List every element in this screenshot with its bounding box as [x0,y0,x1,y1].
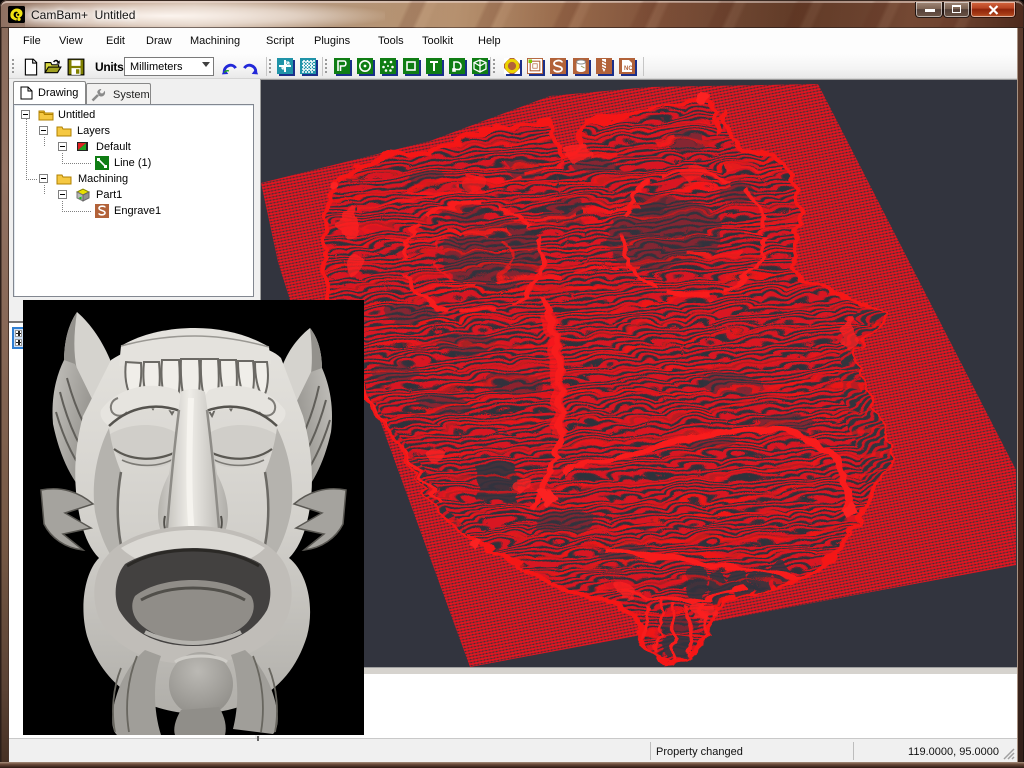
svg-text:NC: NC [624,66,633,72]
